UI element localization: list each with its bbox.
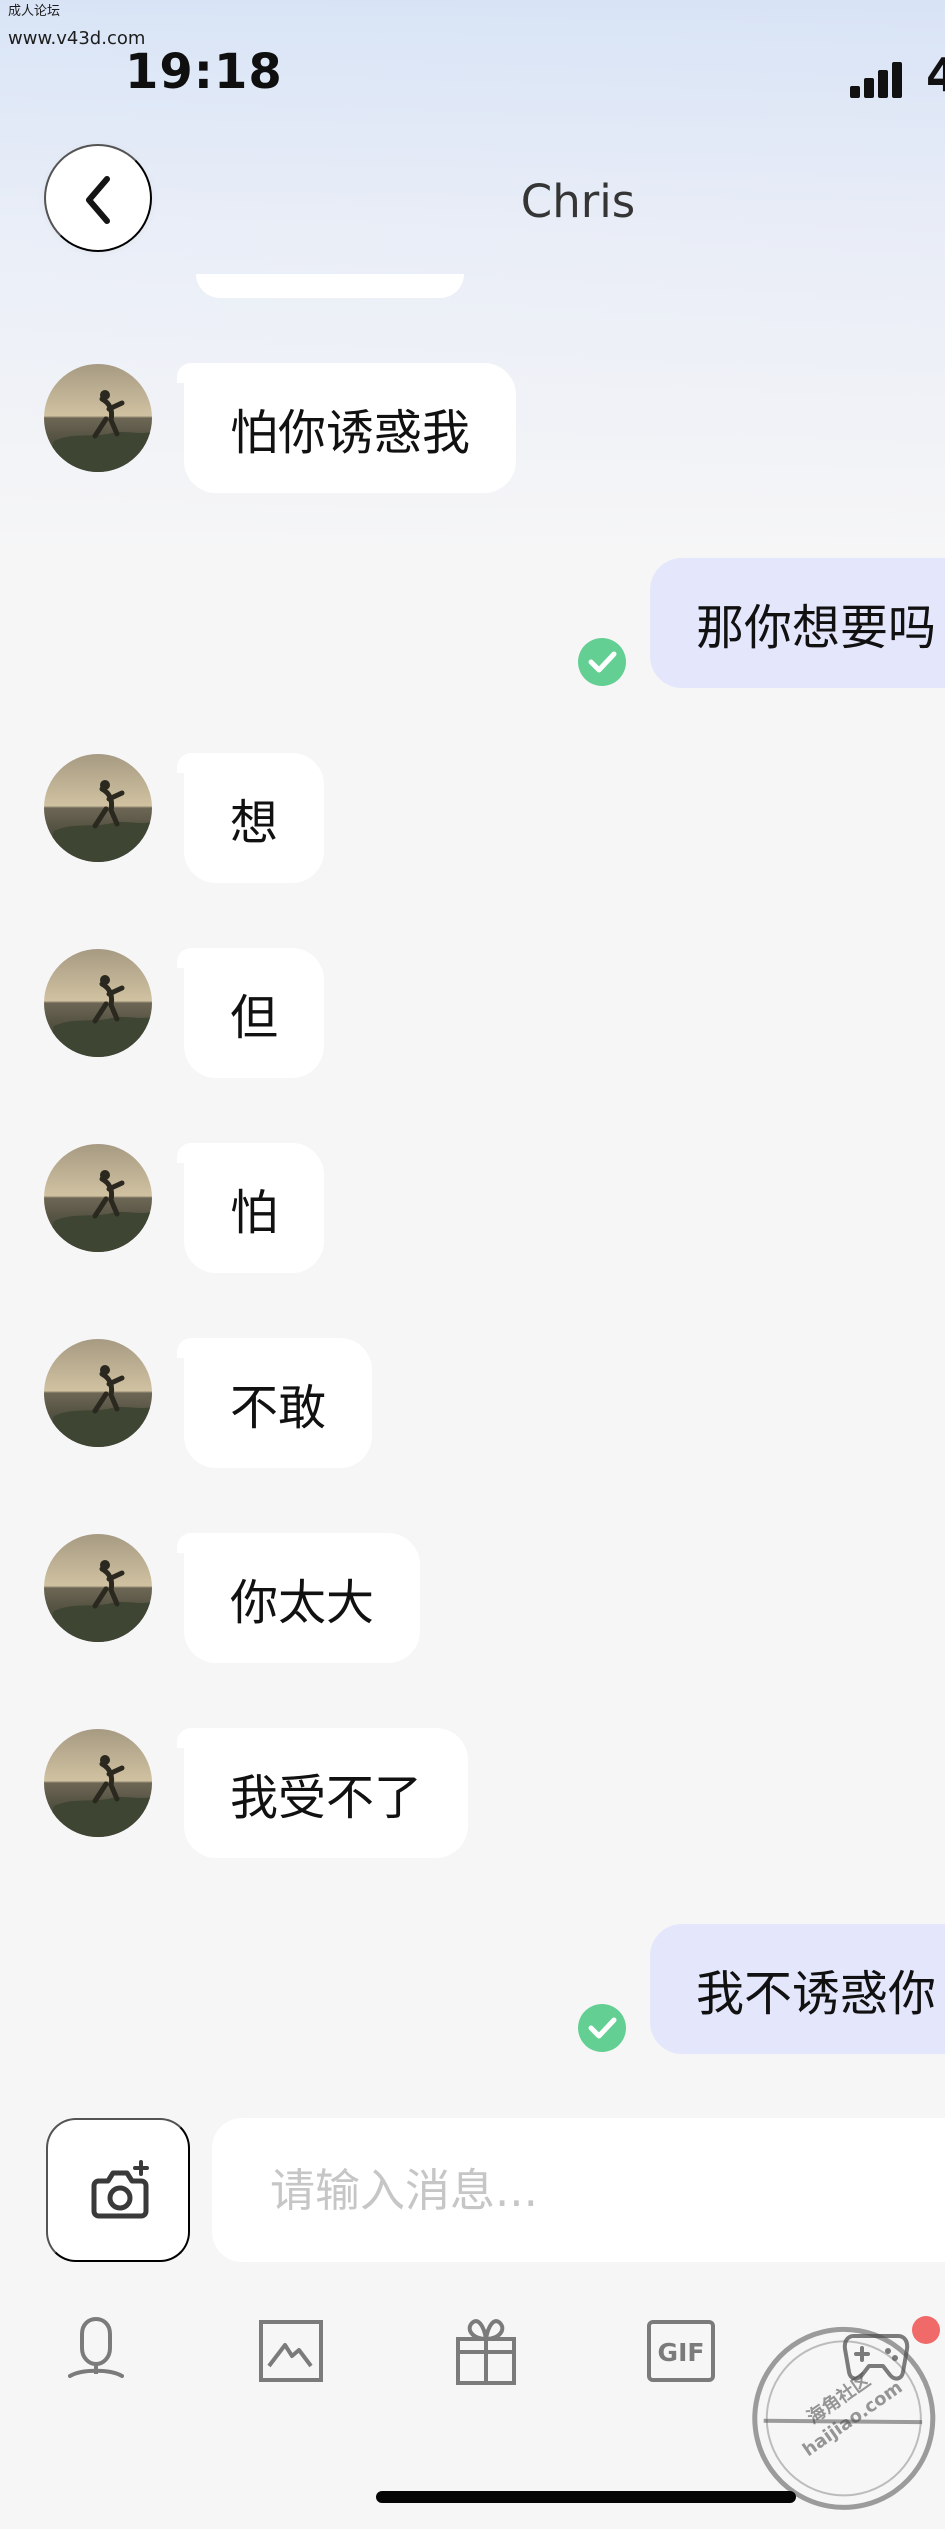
avatar-photo-icon [44,949,152,1057]
message-text: 不敢 [230,1380,327,1436]
avatar-photo-icon [44,754,152,862]
gift-button[interactable] [448,2314,524,2390]
message-text: 我受不了 [230,1770,423,1826]
contact-avatar[interactable] [44,1729,152,1837]
avatar-photo-icon [44,364,152,472]
photo-button[interactable] [253,2314,329,2390]
game-notification-badge [912,2316,940,2344]
gif-label: GIF [658,2338,705,2367]
gift-icon [456,2319,516,2385]
incoming-message-bubble[interactable]: 但 [176,948,325,1078]
incoming-message-bubble[interactable]: 我受不了 [176,1728,469,1858]
avatar-photo-icon [44,1144,152,1252]
read-check-icon [578,638,626,686]
message-text: 但 [230,990,279,1046]
message-text: 你太大 [230,1575,375,1631]
message-composer [0,2112,945,2262]
contact-avatar[interactable] [44,1534,152,1642]
gif-icon: GIF [647,2320,715,2382]
message-text: 想 [230,795,279,851]
read-check-icon [578,2004,626,2052]
microphone-icon [68,2316,124,2378]
voice-button[interactable] [58,2314,134,2390]
incoming-message-bubble[interactable]: 不敢 [176,1338,373,1468]
avatar-photo-icon [44,1339,152,1447]
message-text: 怕你诱惑我 [230,405,471,461]
avatar-photo-icon [44,1534,152,1642]
incoming-message-bubble[interactable]: 你太大 [176,1533,421,1663]
avatar-photo-icon [44,1729,152,1837]
contact-avatar[interactable] [44,754,152,862]
camera-icon [91,2160,149,2219]
outgoing-message-bubble[interactable]: 那你想要吗 [650,558,945,688]
contact-avatar[interactable] [44,1339,152,1447]
message-text: 怕 [230,1185,279,1241]
contact-avatar[interactable] [44,949,152,1057]
message-text: 那你想要吗 [696,600,937,656]
contact-avatar[interactable] [44,364,152,472]
incoming-message-bubble[interactable]: 怕 [176,1143,325,1273]
gif-button[interactable]: GIF [643,2314,719,2390]
contact-avatar[interactable] [44,1144,152,1252]
message-input[interactable] [212,2118,945,2262]
chat-screen: 成人论坛 www.v43d.com 19:18 4 Chris 怕你诱惑我 那你… [0,0,945,2529]
outgoing-message-bubble[interactable]: 我不诱惑你 [650,1924,945,2054]
incoming-message-bubble[interactable]: 怕你诱惑我 [176,363,517,493]
message-text: 我不诱惑你 [696,1966,937,2022]
incoming-message-bubble[interactable]: 想 [176,753,325,883]
image-icon [259,2320,323,2382]
home-indicator[interactable] [376,2491,796,2503]
camera-button[interactable] [46,2118,190,2262]
